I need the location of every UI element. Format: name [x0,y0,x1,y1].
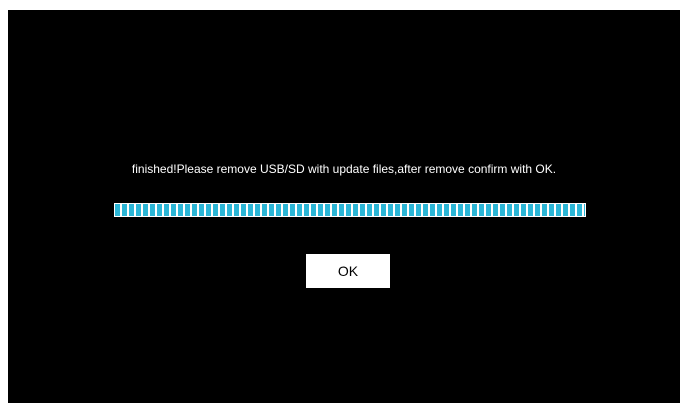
ok-button[interactable]: OK [306,254,390,288]
progress-fill [115,204,585,216]
status-message: finished!Please remove USB/SD with updat… [131,162,557,176]
progress-bar [114,203,586,217]
update-screen: finished!Please remove USB/SD with updat… [8,10,680,403]
